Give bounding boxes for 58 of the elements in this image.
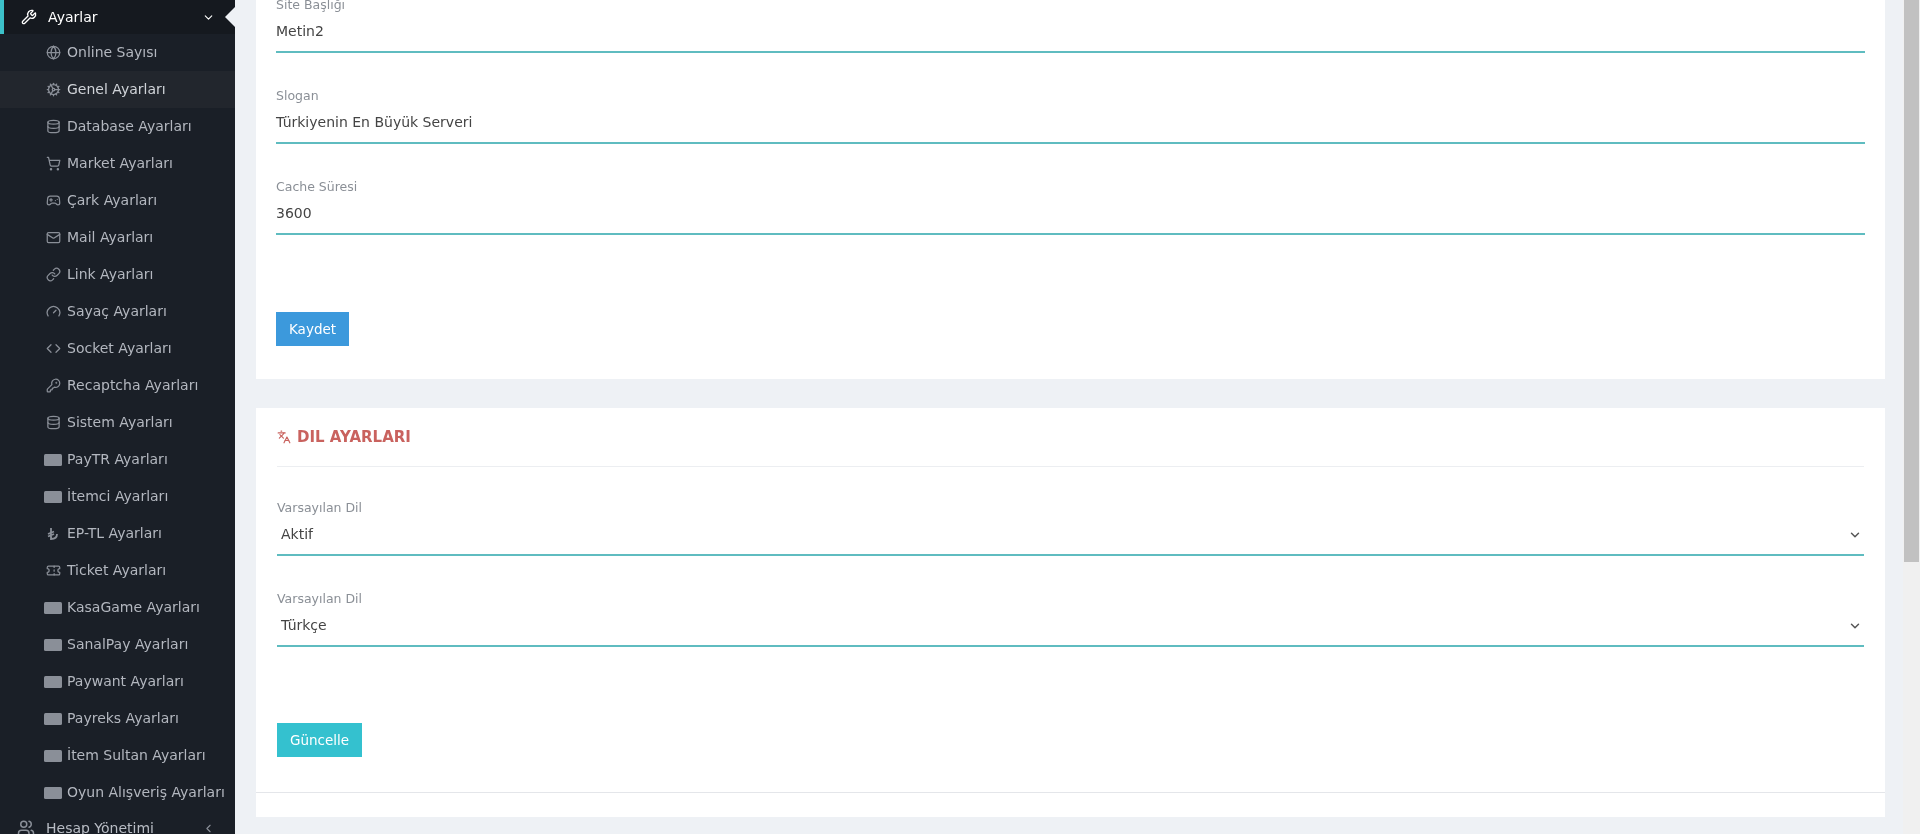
submenu-item[interactable]: PayTR Ayarları — [0, 441, 235, 478]
field-label: Site Başlığı — [276, 0, 347, 13]
submenu-item-label: Market Ayarları — [67, 154, 173, 173]
submenu-item-label: Mail Ayarları — [67, 228, 154, 247]
submenu-item-label: PayTR Ayarları — [67, 450, 168, 469]
submenu-item-label: Paywant Ayarları — [67, 672, 184, 691]
submenu-item[interactable]: Genel Ayarları — [0, 71, 235, 108]
submenu-item[interactable]: Recaptcha Ayarları — [0, 367, 235, 404]
submenu-item[interactable]: Ticket Ayarları — [0, 552, 235, 589]
submenu-item-label: Socket Ayarları — [67, 339, 172, 358]
submenu-item[interactable]: Sayaç Ayarları — [0, 293, 235, 330]
submenu-item-label: Link Ayarları — [67, 265, 154, 284]
submenu-item[interactable]: Payreks Ayarları — [0, 700, 235, 737]
submenu-item-label: Genel Ayarları — [67, 80, 166, 99]
field-label: Varsayılan Dil — [277, 591, 364, 607]
submenu-item[interactable]: KasaGame Ayarları — [0, 589, 235, 626]
sidebar-item-label: Ayarlar — [48, 7, 99, 27]
submenu-item-label: Database Ayarları — [67, 117, 192, 136]
submenu-item-label: Oyun Alışveriş Ayarları — [67, 783, 225, 802]
submenu-item[interactable]: SanalPay Ayarları — [0, 626, 235, 663]
submenu-item[interactable]: Market Ayarları — [0, 145, 235, 182]
sidebar-item[interactable]: Ayarlar — [0, 0, 235, 34]
submenu-item-label: Recaptcha Ayarları — [67, 376, 199, 395]
submenu-item[interactable]: Sistem Ayarları — [0, 404, 235, 441]
text-field[interactable]: Metin2 — [276, 22, 1865, 53]
submenu-item-label: Online Sayısı — [67, 43, 158, 62]
submenu-item-label: Sistem Ayarları — [67, 413, 173, 432]
submenu-item[interactable]: Çark Ayarları — [0, 182, 235, 219]
submenu-item-label: KasaGame Ayarları — [67, 598, 200, 617]
submenu-item[interactable]: Oyun Alışveriş Ayarları — [0, 774, 235, 811]
text-field[interactable]: 3600 — [276, 204, 1865, 235]
field-value: Metin2 — [276, 22, 324, 40]
select-field[interactable]: Aktif — [277, 525, 1864, 556]
submenu-item[interactable]: İtemci Ayarları — [0, 478, 235, 515]
submenu-item-label: Sayaç Ayarları — [67, 302, 167, 321]
submenu-item-label: EP-TL Ayarları — [67, 524, 162, 543]
card-title: DIL AYARLARI — [297, 426, 411, 448]
submenu-item[interactable]: Database Ayarları — [0, 108, 235, 145]
submenu-item-label: İtemci Ayarları — [67, 487, 169, 506]
field-label: Varsayılan Dil — [277, 500, 364, 516]
field-label: Cache Süresi — [276, 179, 359, 195]
submenu-item[interactable]: Socket Ayarları — [0, 330, 235, 367]
submenu-item-label: Ticket Ayarları — [67, 561, 167, 580]
submenu-item-label: SanalPay Ayarları — [67, 635, 189, 654]
submenu-item[interactable]: Online Sayısı — [0, 34, 235, 71]
submenu-item[interactable]: Paywant Ayarları — [0, 663, 235, 700]
submenu-item[interactable]: İtem Sultan Ayarları — [0, 737, 235, 774]
submenu-item-label: Çark Ayarları — [67, 191, 158, 210]
select-field[interactable]: Türkçe — [277, 616, 1864, 647]
field-value: Türkiyenin En Büyük Serveri — [276, 113, 473, 131]
submenu-item[interactable]: Link Ayarları — [0, 256, 235, 293]
submenu-item[interactable]: Mail Ayarları — [0, 219, 235, 256]
text-field[interactable]: Türkiyenin En Büyük Serveri — [276, 113, 1865, 144]
submenu-item-label: Payreks Ayarları — [67, 709, 179, 728]
field-value: 3600 — [276, 204, 312, 222]
field-label: Slogan — [276, 88, 320, 104]
submenu-item[interactable]: EP-TL Ayarları — [0, 515, 235, 552]
submenu-item-label: İtem Sultan Ayarları — [67, 746, 206, 765]
